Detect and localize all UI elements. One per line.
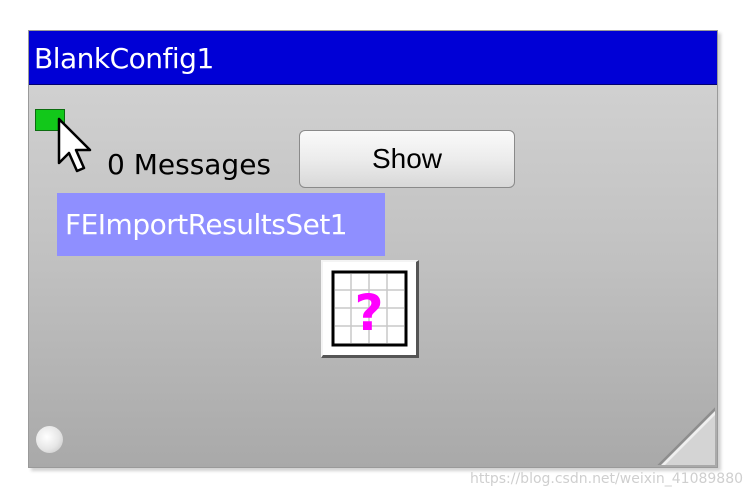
- canvas: BlankConfig1 0 Messages Show FEImportRes…: [0, 0, 753, 501]
- panel-title: BlankConfig1: [34, 42, 214, 75]
- round-indicator-icon: [36, 426, 63, 453]
- resize-grip-icon[interactable]: [657, 407, 715, 465]
- messages-count: 0 Messages: [107, 148, 272, 181]
- show-button[interactable]: Show: [299, 130, 515, 188]
- results-set-label[interactable]: FEImportResultsSet1: [57, 193, 385, 256]
- svg-text:?: ?: [354, 284, 383, 342]
- grid-question-mark-icon[interactable]: ?: [321, 260, 419, 358]
- mouse-pointer-icon: [57, 117, 92, 173]
- title-bar[interactable]: BlankConfig1: [29, 31, 717, 85]
- config-panel[interactable]: BlankConfig1 0 Messages Show FEImportRes…: [28, 30, 718, 468]
- grid-question-mark-graphic: ?: [331, 270, 408, 347]
- watermark-text: https://blog.csdn.net/weixin_41089880: [470, 471, 744, 487]
